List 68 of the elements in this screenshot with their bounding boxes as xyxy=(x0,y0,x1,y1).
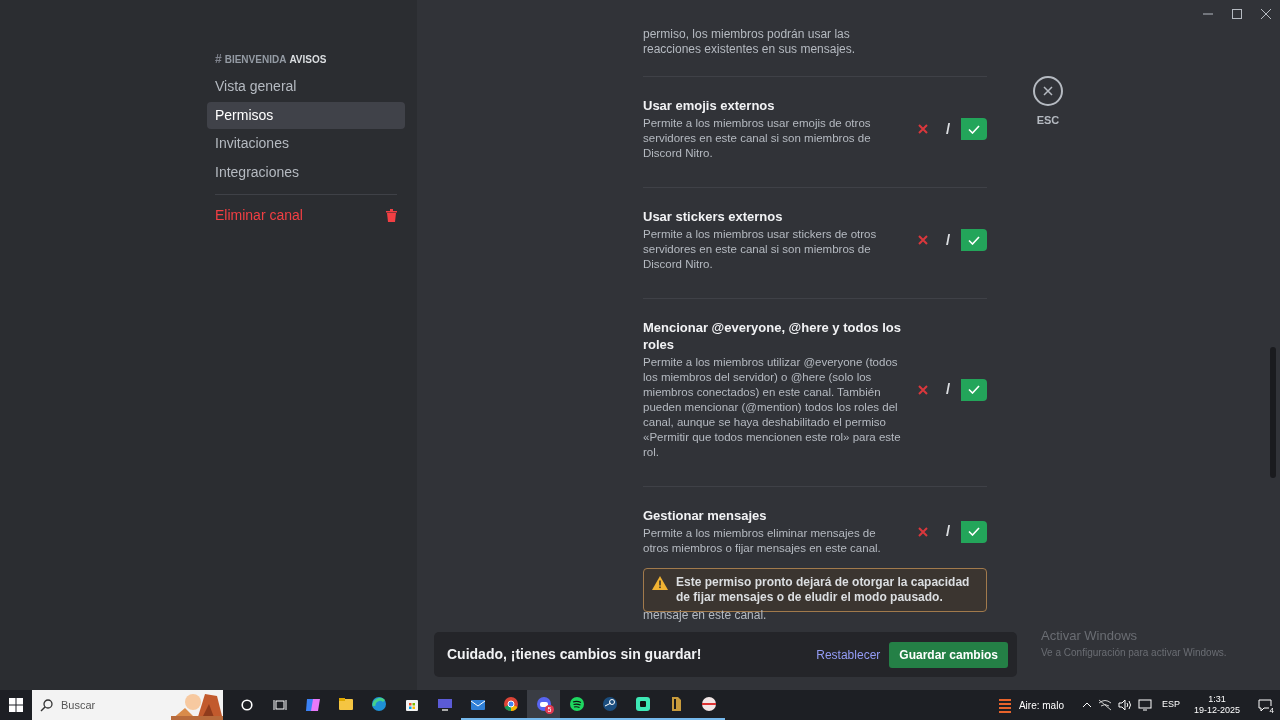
delete-channel-item[interactable]: Eliminar canal xyxy=(215,204,303,226)
permission-title: Mencionar @everyone, @here y todos los roles xyxy=(643,319,901,353)
sidebar-item[interactable]: Invitaciones xyxy=(207,130,405,157)
search-field[interactable]: Buscar xyxy=(32,690,223,720)
search-icon xyxy=(40,698,53,712)
warning-text: Este permiso pronto dejará de otorgar la capacidad de fijar mensajes o de eludir el modo pausado. xyxy=(676,575,971,605)
activation-title: Activar Windows xyxy=(1041,626,1139,645)
game-icon[interactable] xyxy=(633,695,652,713)
warning-icon xyxy=(652,576,668,590)
close-icon xyxy=(1043,86,1053,96)
notification-button[interactable]: 4 xyxy=(1250,690,1280,720)
sound-icon[interactable] xyxy=(567,695,586,713)
neutral-button[interactable]: / xyxy=(935,520,961,543)
circle-icon xyxy=(240,699,253,711)
scrollbar-thumb[interactable] xyxy=(1270,347,1276,478)
check-icon xyxy=(968,527,980,536)
neutral-button[interactable]: / xyxy=(935,118,961,140)
ball-icon[interactable] xyxy=(699,695,718,713)
sidebar-item[interactable]: Permisos xyxy=(207,101,405,129)
check-icon xyxy=(968,385,980,394)
neutral-button[interactable]: / xyxy=(935,378,961,401)
browser-icon[interactable] xyxy=(501,695,520,713)
hash-text: # xyxy=(215,51,222,68)
permission-title: Usar stickers externos xyxy=(643,208,784,225)
maximize-icon xyxy=(1231,9,1242,19)
folder-icon[interactable] xyxy=(336,695,355,713)
windows-icon xyxy=(9,698,23,712)
neutral-button[interactable]: / xyxy=(935,229,961,251)
globe-icon[interactable] xyxy=(369,695,388,713)
esc-label: ESC xyxy=(1036,113,1060,128)
permission-description: Permite a los miembros usar emojis de otros servidores en este canal si son miembros de Discord Nitro. xyxy=(643,116,872,161)
sidebar-item[interactable]: Integraciones xyxy=(207,158,405,186)
permission-title: Gestionar mensajes xyxy=(643,507,768,524)
close-icon xyxy=(918,124,928,134)
chevron-up-icon[interactable] xyxy=(1081,702,1092,708)
network-icon[interactable] xyxy=(1097,699,1112,711)
permission-title: Usar emojis externos xyxy=(643,97,776,114)
save-button[interactable]: Guardar cambios xyxy=(889,641,1008,668)
permission-description: mensaje en este canal. xyxy=(643,608,768,623)
allow-button[interactable] xyxy=(961,520,987,543)
permission-description: permiso, los miembros podrán usar las reacciones existentes en sus mensajes. xyxy=(643,27,857,57)
weather-icon[interactable] xyxy=(996,697,1013,713)
notification-icon xyxy=(1258,698,1272,712)
weather-text[interactable]: Aire: malo xyxy=(1018,697,1064,713)
permission-description: Permite a los miembros usar stickers de otros servidores en este canal si son miembros de Discord Nitro. xyxy=(643,227,878,272)
check-icon xyxy=(968,235,980,245)
trash-icon[interactable] xyxy=(386,208,397,222)
notification-count: 4 xyxy=(1268,706,1275,715)
close-icon xyxy=(918,235,928,245)
check-icon xyxy=(968,124,980,134)
sidebar-item[interactable]: Vista general xyxy=(207,73,405,100)
controller-icon[interactable] xyxy=(534,695,553,713)
language-indicator[interactable]: ESP xyxy=(1161,698,1180,712)
reset-link[interactable]: Restablecer xyxy=(816,645,881,664)
speaker-icon[interactable] xyxy=(1117,699,1132,711)
close-icon xyxy=(918,384,928,395)
category-label: BIENVENIDA xyxy=(224,52,287,67)
channel-label: AVISOS xyxy=(289,52,327,67)
monitor-icon[interactable] xyxy=(1137,699,1152,711)
allow-button[interactable] xyxy=(961,378,987,401)
unsaved-changes-text: Cuidado, ¡tienes cambios sin guardar! xyxy=(447,645,703,664)
permission-description: Permite a los miembros utilizar @everyone (todos los miembros del servidor) o @here (solo los miembros conectados) en este canal. También pueden mencionar (@mention) todos los roles del canal, aunque se haya deshabilitado el permiso «Permitir que todos mencionen este rol» para este rol. xyxy=(643,355,901,460)
close-button[interactable] xyxy=(1033,76,1063,106)
clock[interactable]: 1:31 19-12-2025 xyxy=(1193,694,1240,716)
task-view-icon xyxy=(272,699,287,711)
close-icon xyxy=(1260,9,1271,19)
close-icon xyxy=(918,526,928,537)
permission-description: Permite a los miembros eliminar mensajes de otros miembros o fijar mensajes en este canal. xyxy=(643,526,882,556)
